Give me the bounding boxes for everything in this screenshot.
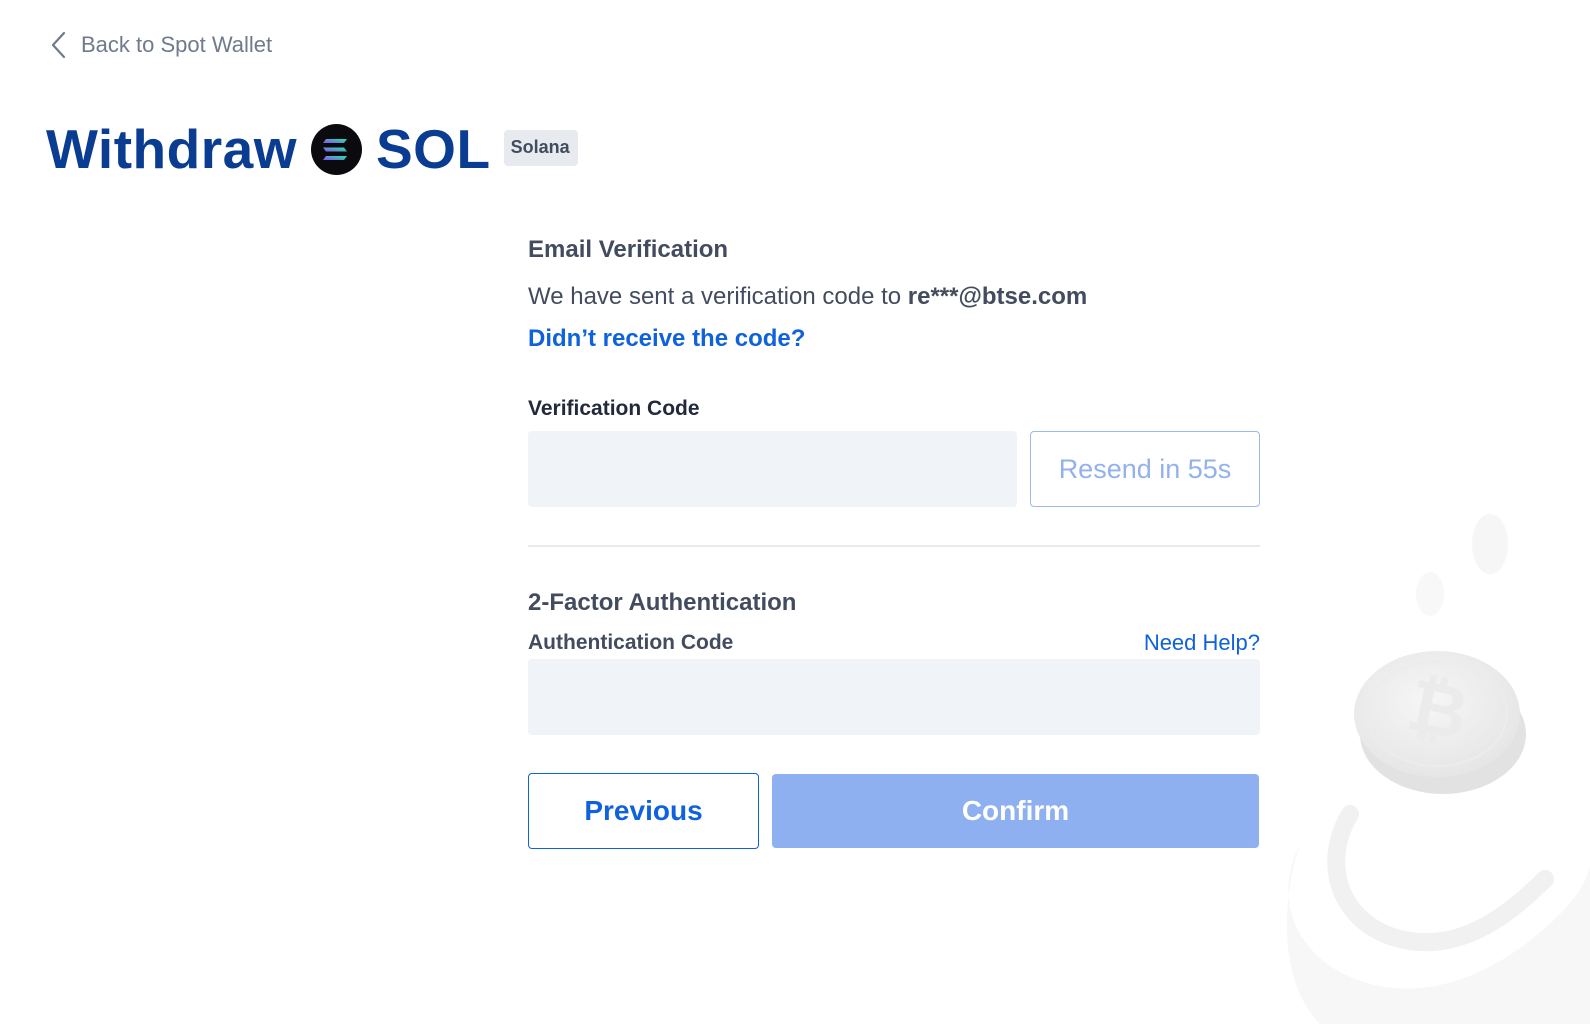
resend-code-button[interactable]: Resend in 55s [1030,431,1260,507]
verification-sent-message: We have sent a verification code to re**… [528,280,1260,314]
solana-logo-icon [311,123,362,175]
form-actions: Previous Confirm [528,773,1260,849]
masked-email: re***@btse.com [907,283,1088,310]
previous-button[interactable]: Previous [528,773,759,849]
email-verification-title: Email Verification [528,236,729,263]
chevron-left-icon [51,31,66,59]
authentication-code-input[interactable] [528,659,1260,735]
bitcoin-coin-icon: ₿ [1286,514,1590,1024]
svg-text:₿: ₿ [1401,665,1475,755]
back-to-spot-wallet-link[interactable]: Back to Spot Wallet [48,28,272,62]
back-link-label: Back to Spot Wallet [81,32,273,57]
coin-symbol: SOL [376,118,491,180]
two-factor-title: 2-Factor Authentication [528,589,797,616]
page-title-prefix: Withdraw [46,118,297,180]
verification-code-label: Verification Code [528,397,700,420]
page-title: Withdraw SOL Solana [46,116,578,182]
withdraw-verification-form: Email Verification We have sent a verifi… [528,232,1260,849]
verification-code-input[interactable] [528,431,1017,507]
need-help-link[interactable]: Need Help? [1144,630,1260,656]
confirm-button[interactable]: Confirm [772,774,1259,848]
section-divider [528,545,1260,547]
verification-code-row: Resend in 55s [528,431,1260,507]
authentication-code-label: Authentication Code [528,631,734,654]
network-badge: Solana [503,129,578,166]
authentication-code-label-row: Authentication Code Need Help? [528,627,1260,659]
verification-sent-text: We have sent a verification code to [528,283,902,310]
didnt-receive-code-link[interactable]: Didn’t receive the code? [528,322,805,356]
